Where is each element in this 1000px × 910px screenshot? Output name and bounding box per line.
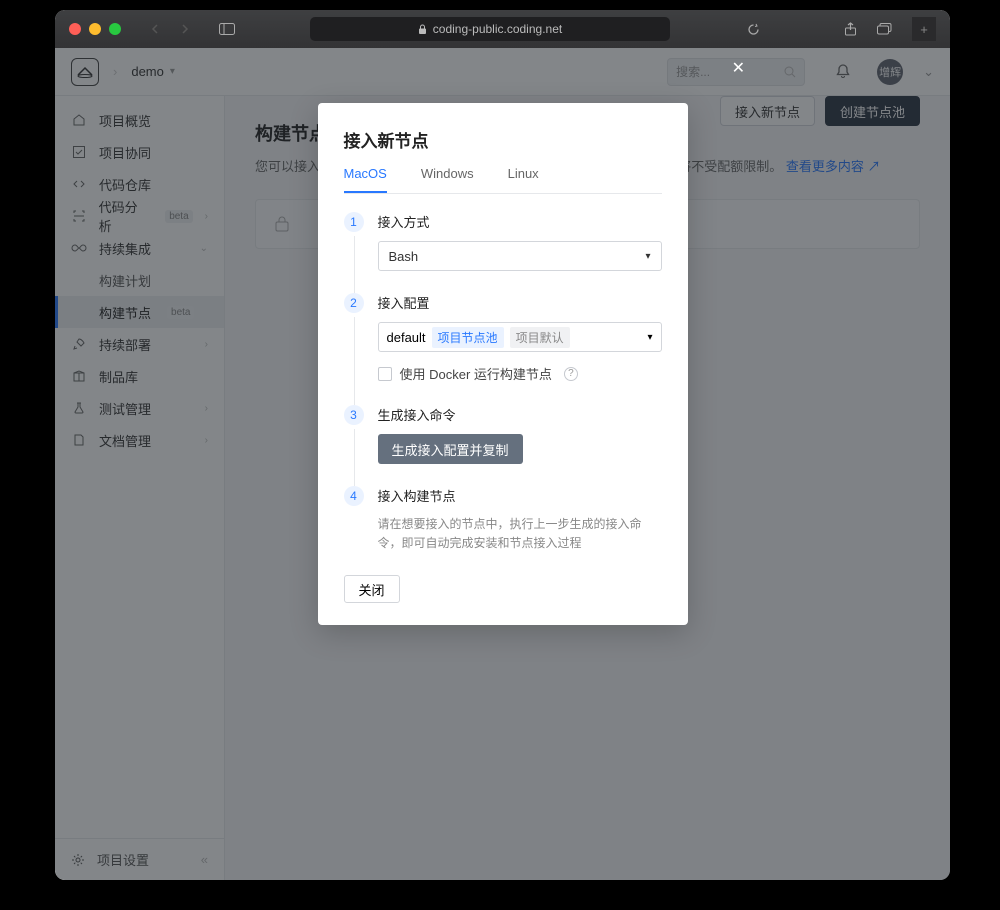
tabs-icon[interactable] — [870, 18, 898, 40]
tab-linux[interactable]: Linux — [508, 166, 539, 193]
os-tabs: MacOS Windows Linux — [344, 166, 662, 194]
modal-close-button[interactable]: 关闭 — [344, 575, 400, 603]
step-label: 生成接入命令 — [378, 405, 662, 424]
docker-checkbox[interactable] — [378, 367, 392, 381]
reload-icon[interactable] — [739, 18, 767, 40]
tab-macos[interactable]: MacOS — [344, 166, 387, 193]
step-label: 接入配置 — [378, 293, 662, 312]
step-label: 接入方式 — [378, 212, 662, 231]
step-1: 1 接入方式 Bash ▾ — [344, 212, 662, 271]
maximize-window[interactable] — [109, 23, 121, 35]
step-number: 1 — [344, 212, 364, 232]
step-4: 4 接入构建节点 请在想要接入的节点中，执行上一步生成的接入命令，即可自动完成安… — [344, 486, 662, 553]
step-number: 3 — [344, 405, 364, 425]
back-button[interactable] — [141, 18, 169, 40]
traffic-lights — [69, 23, 121, 35]
step-number: 4 — [344, 486, 364, 506]
generate-copy-button[interactable]: 生成接入配置并复制 — [378, 434, 523, 464]
close-window[interactable] — [69, 23, 81, 35]
access-method-select[interactable]: Bash ▾ — [378, 241, 662, 271]
modal-title: 接入新节点 — [344, 127, 662, 152]
step-help-text: 请在想要接入的节点中，执行上一步生成的接入命令，即可自动完成安装和节点接入过程 — [378, 515, 662, 553]
pool-chip-default: 项目默认 — [510, 327, 570, 348]
pool-select[interactable]: default 项目节点池 项目默认 ▾ — [378, 322, 662, 352]
select-value: Bash — [389, 249, 419, 264]
sidebar-toggle-icon[interactable] — [213, 18, 241, 40]
url-text: coding-public.coding.net — [433, 22, 562, 36]
connect-node-modal: 接入新节点 MacOS Windows Linux 1 接入方式 Bash ▾ — [318, 103, 688, 625]
caret-down-icon: ▾ — [645, 251, 650, 262]
step-label: 接入构建节点 — [378, 486, 662, 505]
modal-close-x[interactable]: ✕ — [732, 58, 745, 78]
caret-down-icon: ▾ — [647, 332, 652, 343]
lock-icon — [418, 24, 427, 35]
forward-button[interactable] — [171, 18, 199, 40]
step-number: 2 — [344, 293, 364, 313]
help-icon[interactable]: ? — [564, 367, 578, 381]
share-icon[interactable] — [836, 18, 864, 40]
step-2: 2 接入配置 default 项目节点池 项目默认 ▾ 使用 Docker 运行… — [344, 293, 662, 383]
new-tab-button[interactable]: + — [912, 17, 936, 41]
docker-checkbox-row: 使用 Docker 运行构建节点 ? — [378, 364, 662, 383]
minimize-window[interactable] — [89, 23, 101, 35]
checkbox-label: 使用 Docker 运行构建节点 — [400, 364, 552, 383]
tab-windows[interactable]: Windows — [421, 166, 474, 193]
pool-chip: 项目节点池 — [432, 327, 504, 348]
browser-titlebar: coding-public.coding.net + — [55, 10, 950, 48]
address-bar[interactable]: coding-public.coding.net — [310, 17, 670, 41]
modal-overlay: ✕ 接入新节点 MacOS Windows Linux 1 接入方式 Bash … — [55, 48, 950, 880]
step-3: 3 生成接入命令 生成接入配置并复制 — [344, 405, 662, 464]
select-value: default — [387, 330, 426, 345]
